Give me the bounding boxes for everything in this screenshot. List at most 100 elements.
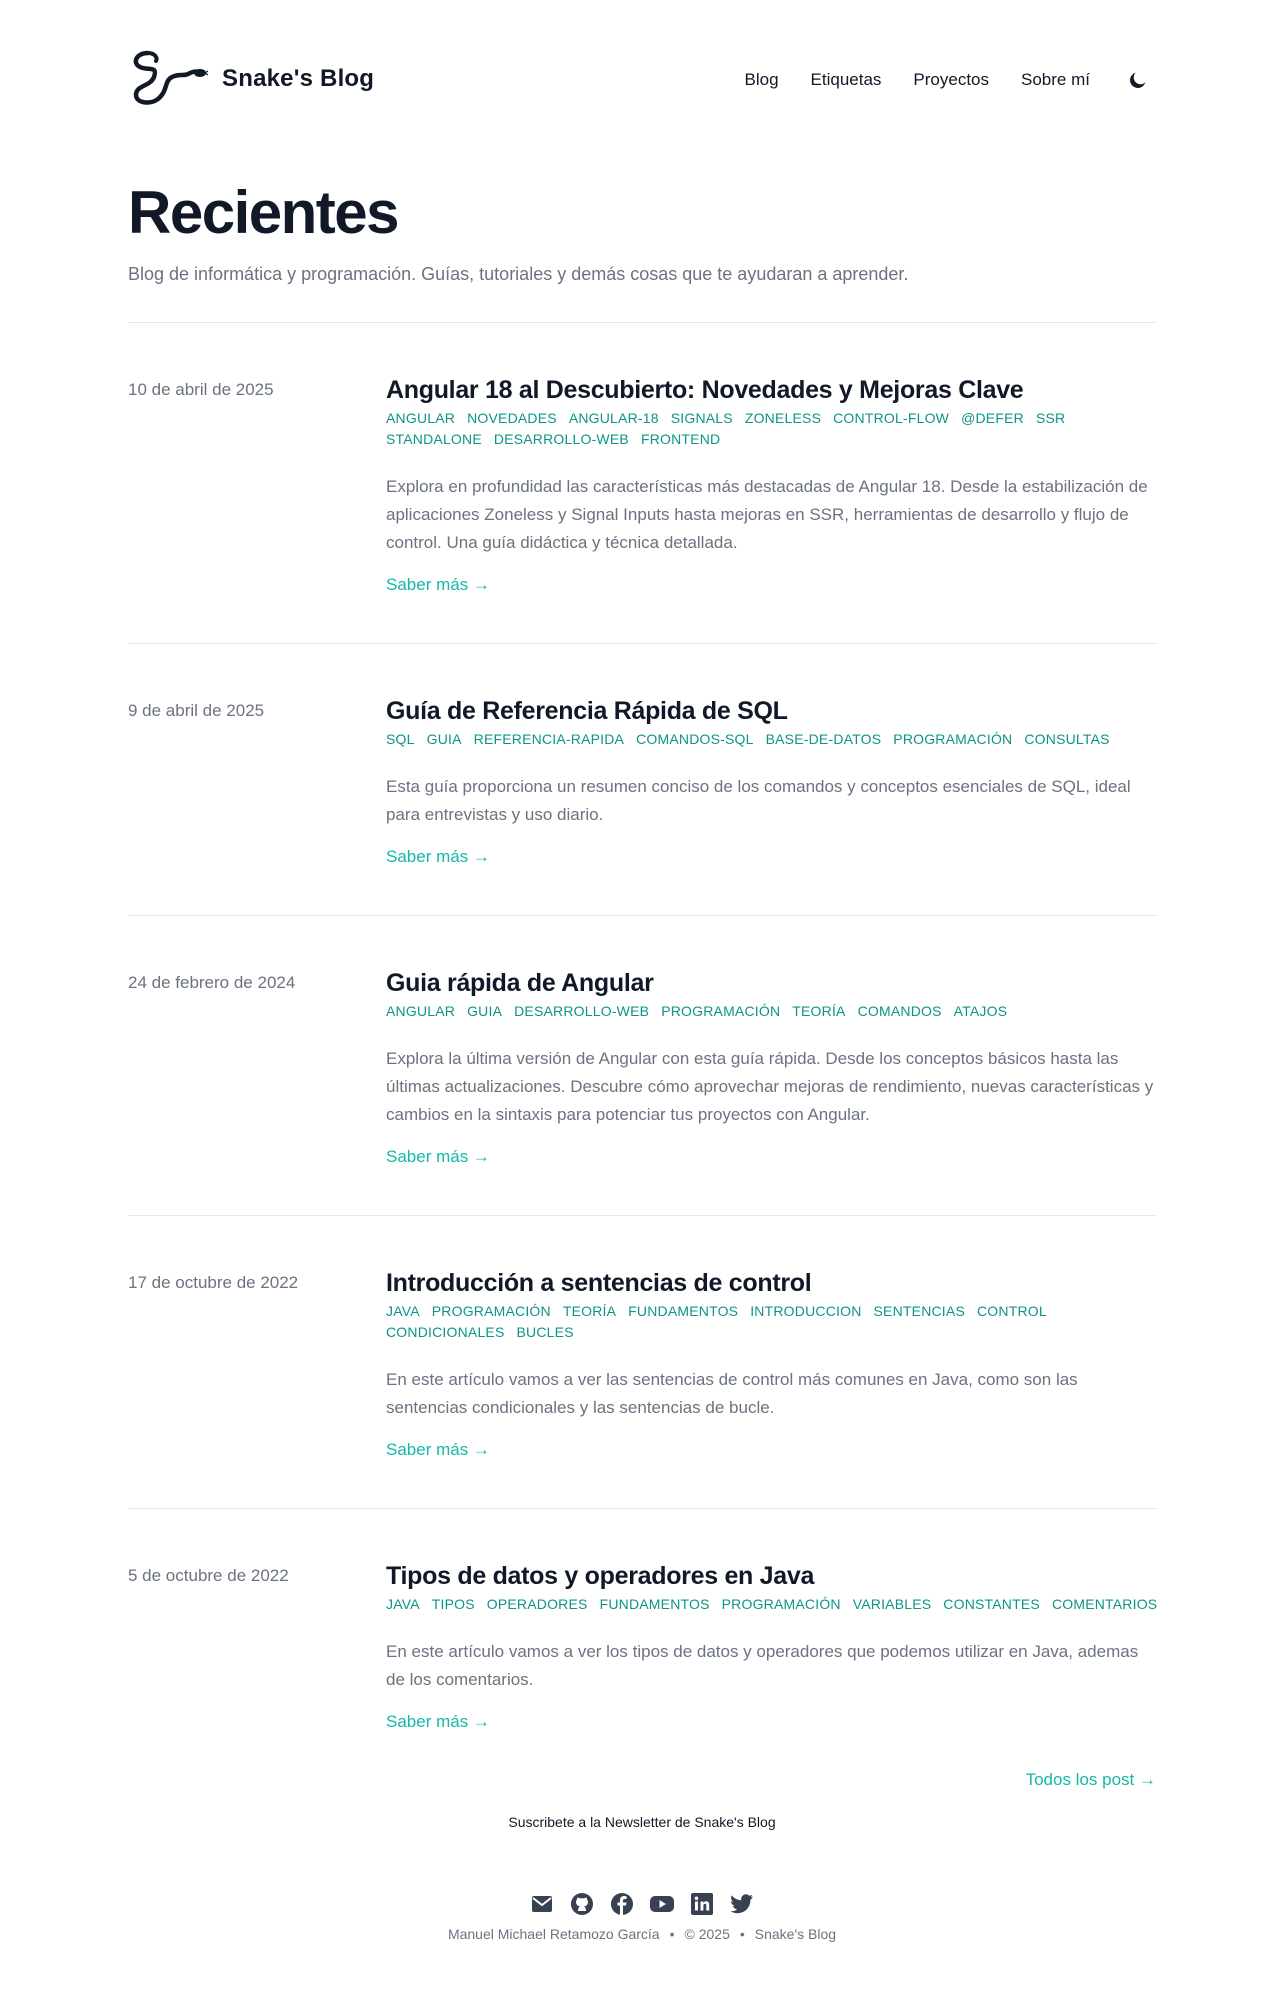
post-item: 9 de abril de 2025 Guía de Referencia Rá… [128, 644, 1156, 916]
post-tag[interactable]: ANGULAR [386, 1002, 455, 1021]
read-more-link[interactable]: Saber más → [386, 1440, 490, 1460]
linkedin-icon[interactable] [688, 1890, 716, 1918]
post-tag[interactable]: BUCLES [517, 1323, 574, 1342]
post-tag[interactable]: SIGNALS [671, 409, 733, 428]
post-tag[interactable]: PROGRAMACIÓN [661, 1002, 780, 1021]
post-tag[interactable]: DESARROLLO-WEB [514, 1002, 649, 1021]
post-tag[interactable]: PROGRAMACIÓN [893, 730, 1012, 749]
post-tag[interactable]: @DEFER [961, 409, 1024, 428]
nav-etiquetas[interactable]: Etiquetas [811, 70, 882, 90]
main-nav: Blog Etiquetas Proyectos Sobre mí [745, 68, 1151, 92]
post-tag[interactable]: CONSULTAS [1024, 730, 1109, 749]
post-title[interactable]: Guía de Referencia Rápida de SQL [386, 694, 1166, 728]
post-tag[interactable]: JAVA [386, 1302, 420, 1321]
post-title[interactable]: Angular 18 al Descubierto: Novedades y M… [386, 373, 1166, 407]
post-tags: JAVA PROGRAMACIÓN TEORÍA FUNDAMENTOS INTRODU… [386, 1302, 1166, 1342]
post-tag[interactable]: COMANDOS-SQL [636, 730, 754, 749]
footer-author: Manuel Michael Retamozo García [447, 1926, 660, 1942]
nav-sobre-mi[interactable]: Sobre mí [1021, 70, 1090, 90]
post-item: 17 de octubre de 2022 Introducción a sen… [128, 1216, 1156, 1509]
post-tag[interactable]: CONDICIONALES [386, 1323, 505, 1342]
post-tags: SQL GUIA REFERENCIA-RAPIDA COMANDOS-SQL BASE… [386, 730, 1166, 749]
post-tag[interactable]: PROGRAMACIÓN [432, 1302, 551, 1321]
brand-name: Snake's Blog [222, 65, 375, 92]
post-tag[interactable]: GUIA [467, 1002, 502, 1021]
post-summary: En este artículo vamos a ver los tipos d… [386, 1642, 1139, 1689]
post-tag[interactable]: INTRODUCCION [750, 1302, 861, 1321]
post-tags: ANGULAR NOVEDADES ANGULAR-18 SIGNALS ZONELES… [386, 409, 1166, 449]
facebook-icon[interactable] [608, 1890, 636, 1918]
post-tag[interactable]: SENTENCIAS [874, 1302, 965, 1321]
post-tag[interactable]: TEORÍA [563, 1302, 616, 1321]
post-tag[interactable]: SQL [386, 730, 415, 749]
post-item: 5 de octubre de 2022 Tipos de datos y op… [128, 1509, 1157, 1732]
post-summary: Esta guía proporciona un resumen conciso… [386, 777, 1131, 824]
post-tag[interactable]: TIPOS [432, 1595, 475, 1614]
post-tag[interactable]: JAVA [386, 1595, 420, 1614]
read-more-link[interactable]: Saber más → [386, 1712, 490, 1732]
post-tag[interactable]: FRONTEND [641, 430, 720, 449]
post-tag[interactable]: BASE-DE-DATOS [766, 730, 882, 749]
post-tag[interactable]: NOVEDADES [467, 409, 557, 428]
post-list: 10 de abril de 2025 Angular 18 al Descub… [128, 323, 1157, 1732]
youtube-icon[interactable] [648, 1890, 676, 1918]
post-title[interactable]: Introducción a sentencias de control [386, 1266, 1166, 1300]
brand-link[interactable]: Snake's Blog [128, 47, 374, 112]
read-more-link[interactable]: Saber más → [386, 1147, 490, 1167]
post-body: Tipos de datos y operadores en Java JAVA… [386, 1559, 1166, 1732]
post-tag[interactable]: VARIABLES [853, 1595, 932, 1614]
post-tag[interactable]: CONTROL [977, 1302, 1047, 1321]
post-date: 5 de octubre de 2022 [128, 1566, 289, 1585]
post-tag[interactable]: REFERENCIA-RAPIDA [474, 730, 624, 749]
post-body: Introducción a sentencias de control JAV… [386, 1266, 1166, 1460]
post-tag[interactable]: PROGRAMACIÓN [722, 1595, 841, 1614]
post-tag[interactable]: TEORÍA [792, 1002, 845, 1021]
post-tags: ANGULAR GUIA DESARROLLO-WEB PROGRAMACIÓN TEO… [386, 1002, 1166, 1021]
post-title[interactable]: Guia rápida de Angular [386, 966, 1166, 1000]
hero: Recientes Blog de informática y programa… [128, 160, 1156, 323]
post-summary: Explora la última versión de Angular con… [386, 1049, 1154, 1124]
post-tag[interactable]: ATAJOS [954, 1002, 1008, 1021]
post-summary: En este artículo vamos a ver las sentenc… [386, 1370, 1078, 1417]
post-tag[interactable]: ANGULAR [386, 409, 455, 428]
post-tag[interactable]: ANGULAR-18 [569, 409, 659, 428]
post-date: 10 de abril de 2025 [128, 380, 274, 399]
post-tag[interactable]: CONSTANTES [943, 1595, 1040, 1614]
read-more-link[interactable]: Saber más → [386, 847, 490, 867]
post-tag[interactable]: CONTROL-FLOW [833, 409, 949, 428]
post-item: 10 de abril de 2025 Angular 18 al Descub… [128, 323, 1156, 644]
post-tag[interactable]: SSR [1036, 409, 1065, 428]
page-subtitle: Blog de informática y programación. Guía… [128, 264, 909, 284]
footer-meta: Manuel Michael Retamozo García • © 2025 … [128, 1926, 1156, 1942]
post-body: Angular 18 al Descubierto: Novedades y M… [386, 373, 1166, 595]
post-tag[interactable]: STANDALONE [386, 430, 482, 449]
post-tag[interactable]: FUNDAMENTOS [628, 1302, 738, 1321]
post-title[interactable]: Tipos de datos y operadores en Java [386, 1559, 1166, 1593]
post-tag[interactable]: COMANDOS [858, 1002, 942, 1021]
page-title: Recientes [128, 179, 399, 246]
snake-logo-icon [128, 47, 209, 112]
all-posts-link[interactable]: Todos los post → [1026, 1770, 1156, 1789]
read-more-link[interactable]: Saber más → [386, 575, 490, 595]
post-date: 9 de abril de 2025 [128, 701, 265, 720]
mail-icon[interactable] [528, 1890, 556, 1918]
post-date: 17 de octubre de 2022 [128, 1273, 299, 1292]
post-tag[interactable]: ZONELESS [745, 409, 821, 428]
site-footer: Manuel Michael Retamozo García • © 2025 … [128, 1890, 1156, 1942]
post-tag[interactable]: DESARROLLO-WEB [494, 430, 629, 449]
nav-proyectos[interactable]: Proyectos [913, 70, 989, 90]
post-tag[interactable]: COMENTARIOS [1052, 1595, 1157, 1614]
twitter-icon[interactable] [728, 1890, 756, 1918]
footer-year: © 2025 [684, 1926, 730, 1942]
github-icon[interactable] [568, 1890, 596, 1918]
all-posts-row: Todos los post → [128, 1770, 1156, 1790]
footer-separator: • [669, 1926, 675, 1942]
footer-site[interactable]: Snake's Blog [755, 1926, 836, 1942]
post-date: 24 de febrero de 2024 [128, 973, 296, 992]
post-tag[interactable]: GUIA [427, 730, 462, 749]
post-tag[interactable]: FUNDAMENTOS [600, 1595, 710, 1614]
moon-icon[interactable] [1126, 68, 1150, 92]
post-body: Guia rápida de Angular ANGULAR GUIA DESARR… [386, 966, 1166, 1167]
nav-blog[interactable]: Blog [745, 70, 779, 90]
post-tag[interactable]: OPERADORES [487, 1595, 588, 1614]
